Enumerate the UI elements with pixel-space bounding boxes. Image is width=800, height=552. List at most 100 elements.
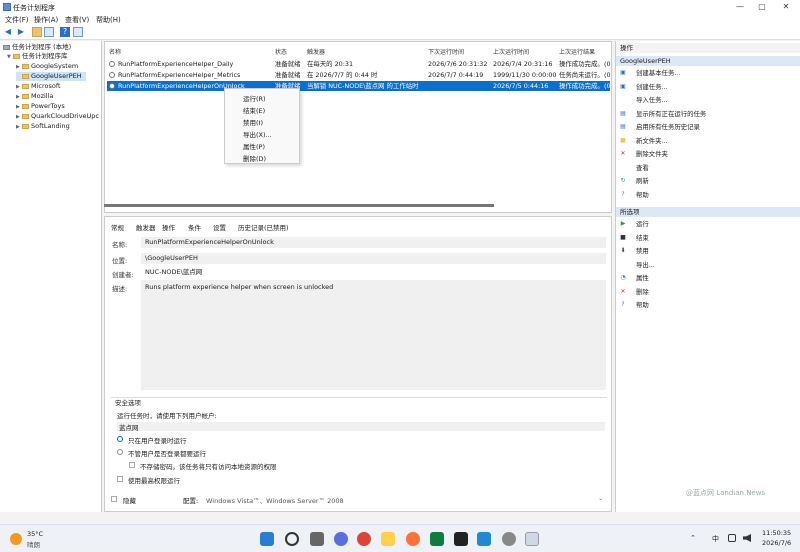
properties-icon: ◔: [620, 274, 626, 281]
menu-item-run[interactable]: 运行(R): [243, 93, 266, 103]
start-icon[interactable]: [260, 532, 274, 546]
action-item[interactable]: ⬇ 禁用: [620, 245, 798, 257]
tab-actions[interactable]: 操作: [162, 222, 175, 232]
maximize-button[interactable]: ▢: [752, 1, 772, 13]
store-icon[interactable]: [430, 532, 444, 546]
column-header-last-result[interactable]: 上次运行结果: [559, 47, 595, 56]
action-item[interactable]: ✕ 删除: [620, 286, 798, 298]
horizontal-scrollbar[interactable]: [104, 204, 494, 207]
action-item[interactable]: 导入任务...: [620, 94, 798, 106]
column-header-trigger[interactable]: 触发器: [307, 47, 325, 56]
tree-library-label: 任务计划程序库: [22, 52, 68, 60]
volume-icon[interactable]: [743, 534, 751, 542]
action-item[interactable]: ↻ 刷新: [620, 175, 798, 187]
action-item[interactable]: ? 帮助: [620, 299, 798, 311]
search-icon[interactable]: [285, 532, 299, 546]
description-field[interactable]: Runs platform experience helper when scr…: [141, 280, 606, 390]
menu-item-disable[interactable]: 禁用(I): [243, 117, 263, 127]
clock-date[interactable]: 2026/7/6: [762, 539, 791, 547]
action-item[interactable]: ? 帮助: [620, 189, 798, 201]
column-header-status[interactable]: 状态: [275, 47, 287, 56]
back-arrow-icon[interactable]: ◀: [3, 27, 13, 37]
action-item[interactable]: ✕ 删除文件夹: [620, 148, 798, 160]
menu-bar: 文件(F) 操作(A) 查看(V) 帮助(H): [0, 14, 800, 25]
help-toolbar-icon[interactable]: ?: [60, 27, 70, 37]
chevron-down-icon[interactable]: ⌄: [598, 494, 603, 502]
blank-icon: [620, 262, 626, 268]
weather-text[interactable]: 晴朗: [27, 539, 40, 549]
copilot-icon[interactable]: [334, 532, 348, 546]
task-scheduler-taskbar-icon[interactable]: [525, 532, 539, 546]
column-header-name[interactable]: 名称: [109, 47, 121, 56]
menu-item-export[interactable]: 导出(X)...: [243, 129, 272, 139]
terminal-icon[interactable]: [454, 532, 468, 546]
action-item[interactable]: ■ 结束: [620, 232, 798, 244]
actions-section-selected[interactable]: 所选项: [616, 207, 800, 217]
task-status: 准备就绪: [275, 71, 301, 79]
tree-folder-mozilla[interactable]: ▶ Mozilla: [16, 92, 53, 101]
tab-settings[interactable]: 设置: [213, 222, 226, 232]
network-icon[interactable]: [728, 534, 736, 542]
table-row[interactable]: RunPlatformExperienceHelper_Daily 准备就绪 在…: [107, 59, 611, 69]
action-item[interactable]: ▤ 显示所有正在运行的任务: [620, 108, 798, 120]
tree-folder-softlanding[interactable]: ▶ SoftLanding: [16, 122, 70, 131]
menu-item-delete[interactable]: 删除(D): [243, 153, 266, 163]
action-item[interactable]: ▶ 运行: [620, 218, 798, 230]
menu-file[interactable]: 文件(F): [5, 15, 29, 25]
action-item[interactable]: 导出...: [620, 259, 798, 271]
show-hide-tree-icon[interactable]: [44, 27, 54, 37]
weather-sun-icon[interactable]: [10, 533, 22, 545]
task-view-icon[interactable]: [310, 532, 324, 546]
clock-time[interactable]: 11:50:35: [762, 529, 791, 537]
name-field[interactable]: RunPlatformExperienceHelperOnUnlock: [141, 237, 606, 248]
action-item[interactable]: ◔ 属性: [620, 272, 798, 284]
menu-item-end[interactable]: 结束(E): [243, 105, 265, 115]
menu-view[interactable]: 查看(V): [65, 15, 89, 25]
checkbox-hidden[interactable]: [111, 496, 117, 502]
radio-whether-logged-on[interactable]: [117, 449, 123, 455]
show-action-pane-icon[interactable]: [73, 27, 83, 37]
chrome-icon[interactable]: [357, 532, 371, 546]
name-label: 名称:: [112, 241, 128, 249]
firefox-icon[interactable]: [406, 532, 420, 546]
actions-pane: 操作 GoogleUserPEH ▣ 创建基本任务... ▣ 创建任务... 导入任务.…: [615, 41, 800, 512]
menu-item-properties[interactable]: 属性(P): [243, 141, 265, 151]
vscode-icon[interactable]: [477, 532, 491, 546]
forward-arrow-icon[interactable]: ▶: [16, 27, 26, 37]
tab-triggers[interactable]: 触发器: [136, 222, 156, 232]
tab-general[interactable]: 常规: [111, 222, 124, 232]
weather-temp[interactable]: 35°C: [27, 530, 43, 538]
settings-gear-icon[interactable]: [502, 532, 516, 546]
file-explorer-icon[interactable]: [381, 532, 395, 546]
ime-indicator[interactable]: 中: [712, 534, 719, 544]
tree-root[interactable]: 任务计划程序 (本地): [3, 43, 71, 52]
table-row-selected[interactable]: RunPlatformExperienceHelperOnUnlock 准备就绪…: [107, 81, 611, 91]
config-select[interactable]: Windows Vista™、Windows Server™ 2008: [206, 495, 344, 505]
tree-folder-quark[interactable]: ▶ QuarkCloudDriveUpc: [16, 112, 99, 121]
tab-conditions[interactable]: 条件: [188, 222, 201, 232]
action-item[interactable]: ▣ 创建任务...: [620, 81, 798, 93]
tree-library[interactable]: ▼ 任务计划程序库: [7, 52, 68, 61]
close-button[interactable]: ✕: [776, 1, 796, 13]
tab-history[interactable]: 历史记录(已禁用): [238, 222, 289, 232]
tree-folder-powertoys[interactable]: ▶ PowerToys: [16, 102, 65, 111]
column-header-next-run[interactable]: 下次运行时间: [428, 47, 464, 56]
action-item[interactable]: ▣ 创建基本任务...: [620, 67, 798, 79]
up-folder-icon[interactable]: [32, 27, 42, 37]
table-row[interactable]: RunPlatformExperienceHelper_Metrics 准备就绪…: [107, 70, 611, 80]
checkbox-no-store-password[interactable]: [129, 462, 135, 468]
menu-help[interactable]: 帮助(H): [96, 15, 121, 25]
tree-folder-googleuserpeh[interactable]: GoogleUserPEH: [16, 72, 86, 81]
tree-folder-googlesystem[interactable]: ▶ GoogleSystem: [16, 62, 78, 71]
action-item[interactable]: 查看: [620, 162, 798, 174]
checkbox-highest-privileges[interactable]: [117, 476, 123, 482]
tray-chevron-icon[interactable]: ⌃: [690, 534, 696, 542]
radio-logged-on-only[interactable]: [117, 436, 123, 442]
action-item[interactable]: ▤ 启用所有任务历史记录: [620, 121, 798, 133]
menu-action[interactable]: 操作(A): [34, 15, 58, 25]
action-item[interactable]: ■ 新文件夹...: [620, 135, 798, 147]
minimize-button[interactable]: —: [730, 1, 750, 13]
tree-folder-microsoft[interactable]: ▶ Microsoft: [16, 82, 61, 91]
actions-section-folder[interactable]: GoogleUserPEH: [616, 56, 800, 66]
column-header-last-run[interactable]: 上次运行时间: [493, 47, 529, 56]
